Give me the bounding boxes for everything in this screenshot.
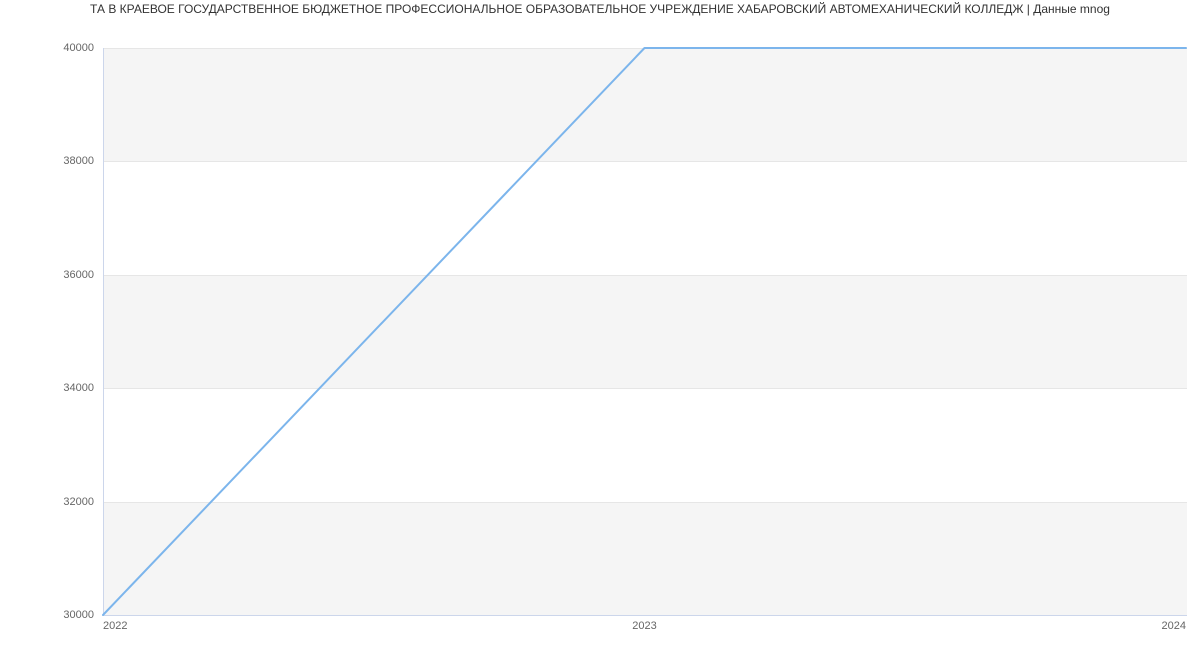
x-tick-label: 2023 <box>632 620 656 632</box>
y-tick-label: 38000 <box>14 155 94 167</box>
chart-container: ТА В КРАЕВОЕ ГОСУДАРСТВЕННОЕ БЮДЖЕТНОЕ П… <box>0 0 1200 650</box>
y-tick-label: 30000 <box>14 609 94 621</box>
y-tick-label: 40000 <box>14 42 94 54</box>
y-tick-label: 36000 <box>14 269 94 281</box>
chart-title: ТА В КРАЕВОЕ ГОСУДАРСТВЕННОЕ БЮДЖЕТНОЕ П… <box>0 2 1200 16</box>
x-tick-label: 2022 <box>103 620 127 632</box>
x-tick-label: 2024 <box>1162 620 1186 632</box>
line-series <box>103 48 1186 615</box>
y-tick-label: 34000 <box>14 382 94 394</box>
y-tick-label: 32000 <box>14 496 94 508</box>
